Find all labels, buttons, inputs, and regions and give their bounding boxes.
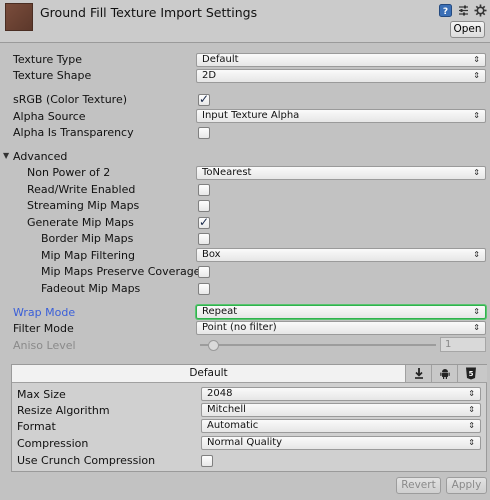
revert-button[interactable]: Revert (396, 477, 441, 494)
download-icon (415, 368, 423, 379)
read-write-checkbox[interactable] (198, 184, 210, 196)
html5-icon: 5 (466, 367, 476, 380)
streaming-mip-label: Streaming Mip Maps (27, 199, 140, 212)
dropdown-arrow-icon: ⇕ (473, 55, 480, 64)
fadeout-mip-checkbox[interactable] (198, 283, 210, 295)
tab-html5[interactable]: 5 (457, 365, 487, 383)
generate-mip-label: Generate Mip Maps (27, 216, 134, 229)
mip-coverage-checkbox[interactable] (198, 266, 210, 278)
alpha-transparency-label: Alpha Is Transparency (13, 126, 134, 139)
filter-mode-value: Point (no filter) (202, 322, 277, 333)
wrap-mode-value: Repeat (202, 306, 238, 317)
foldout-arrow-icon[interactable]: ▼ (3, 151, 9, 160)
non-power-of-2-dropdown[interactable]: ToNearest ⇕ (196, 166, 486, 180)
filter-mode-dropdown[interactable]: Point (no filter) ⇕ (196, 321, 486, 335)
settings-gear-icon[interactable] (474, 4, 487, 17)
mip-coverage-label: Mip Maps Preserve Coverage (41, 265, 201, 278)
aniso-level-label: Aniso Level (13, 339, 76, 352)
max-size-value: 2048 (207, 388, 233, 399)
texture-type-dropdown[interactable]: Default ⇕ (196, 53, 486, 67)
aniso-level-field[interactable]: 1 (440, 337, 486, 352)
texture-shape-value: 2D (202, 70, 217, 81)
border-mip-label: Border Mip Maps (41, 232, 134, 245)
max-size-dropdown[interactable]: 2048 ⇕ (201, 387, 481, 401)
open-button[interactable]: Open (450, 21, 485, 38)
tab-standalone[interactable] (405, 365, 432, 383)
tab-android[interactable] (431, 365, 458, 383)
resize-algorithm-label: Resize Algorithm (17, 404, 110, 417)
alpha-source-value: Input Texture Alpha (202, 110, 300, 121)
preset-icon[interactable] (457, 4, 470, 17)
svg-text:?: ? (443, 7, 448, 17)
border-mip-checkbox[interactable] (198, 233, 210, 245)
dropdown-arrow-icon: ⇕ (473, 250, 480, 259)
dropdown-arrow-icon: ⇕ (468, 389, 475, 398)
dropdown-arrow-icon: ⇕ (473, 307, 480, 316)
tab-default-label: Default (189, 367, 228, 379)
fadeout-mip-label: Fadeout Mip Maps (41, 282, 141, 295)
aniso-level-slider-handle[interactable] (208, 340, 219, 351)
generate-mip-checkbox[interactable]: ✓ (198, 215, 210, 229)
crunch-compression-checkbox[interactable] (201, 455, 213, 467)
checkmark-icon: ✓ (199, 92, 210, 106)
svg-text:5: 5 (469, 370, 474, 378)
texture-type-value: Default (202, 54, 239, 65)
mip-filtering-value: Box (202, 249, 221, 260)
mip-filtering-label: Mip Map Filtering (41, 249, 135, 262)
wrap-mode-label: Wrap Mode (13, 306, 76, 319)
read-write-label: Read/Write Enabled (27, 183, 136, 196)
filter-mode-label: Filter Mode (13, 322, 74, 335)
wrap-mode-dropdown[interactable]: Repeat ⇕ (196, 305, 486, 319)
alpha-source-label: Alpha Source (13, 110, 86, 123)
texture-type-label: Texture Type (13, 53, 83, 66)
format-dropdown[interactable]: Automatic ⇕ (201, 419, 481, 433)
non-power-of-2-value: ToNearest (202, 167, 252, 178)
resize-algorithm-dropdown[interactable]: Mitchell ⇕ (201, 403, 481, 417)
android-icon (440, 369, 450, 379)
apply-button[interactable]: Apply (446, 477, 487, 494)
dropdown-arrow-icon: ⇕ (468, 405, 475, 414)
format-value: Automatic (207, 420, 259, 431)
non-power-of-2-label: Non Power of 2 (27, 166, 111, 179)
dropdown-arrow-icon: ⇕ (468, 438, 475, 447)
texture-thumbnail (5, 3, 33, 31)
dropdown-arrow-icon: ⇕ (473, 323, 480, 332)
dropdown-arrow-icon: ⇕ (473, 168, 480, 177)
max-size-label: Max Size (17, 388, 66, 401)
texture-shape-label: Texture Shape (13, 69, 92, 82)
dropdown-arrow-icon: ⇕ (473, 111, 480, 120)
dropdown-arrow-icon: ⇕ (473, 71, 480, 80)
compression-value: Normal Quality (207, 437, 283, 448)
mip-filtering-dropdown[interactable]: Box ⇕ (196, 248, 486, 262)
compression-label: Compression (17, 437, 89, 450)
srgb-checkbox[interactable]: ✓ (198, 92, 210, 106)
texture-shape-dropdown[interactable]: 2D ⇕ (196, 69, 486, 83)
alpha-transparency-checkbox[interactable] (198, 127, 210, 139)
resize-algorithm-value: Mitchell (207, 404, 246, 415)
inspector-title: Ground Fill Texture Import Settings (40, 5, 258, 20)
streaming-mip-checkbox[interactable] (198, 200, 210, 212)
format-label: Format (17, 420, 56, 433)
aniso-level-value: 1 (445, 339, 452, 350)
crunch-compression-label: Use Crunch Compression (17, 454, 156, 467)
compression-dropdown[interactable]: Normal Quality ⇕ (201, 436, 481, 450)
dropdown-arrow-icon: ⇕ (468, 421, 475, 430)
alpha-source-dropdown[interactable]: Input Texture Alpha ⇕ (196, 109, 486, 123)
aniso-level-slider-track (200, 344, 436, 346)
checkmark-icon: ✓ (199, 215, 210, 229)
help-icon[interactable]: ? (439, 4, 452, 17)
advanced-foldout[interactable]: Advanced (13, 150, 67, 163)
srgb-label: sRGB (Color Texture) (13, 93, 128, 106)
